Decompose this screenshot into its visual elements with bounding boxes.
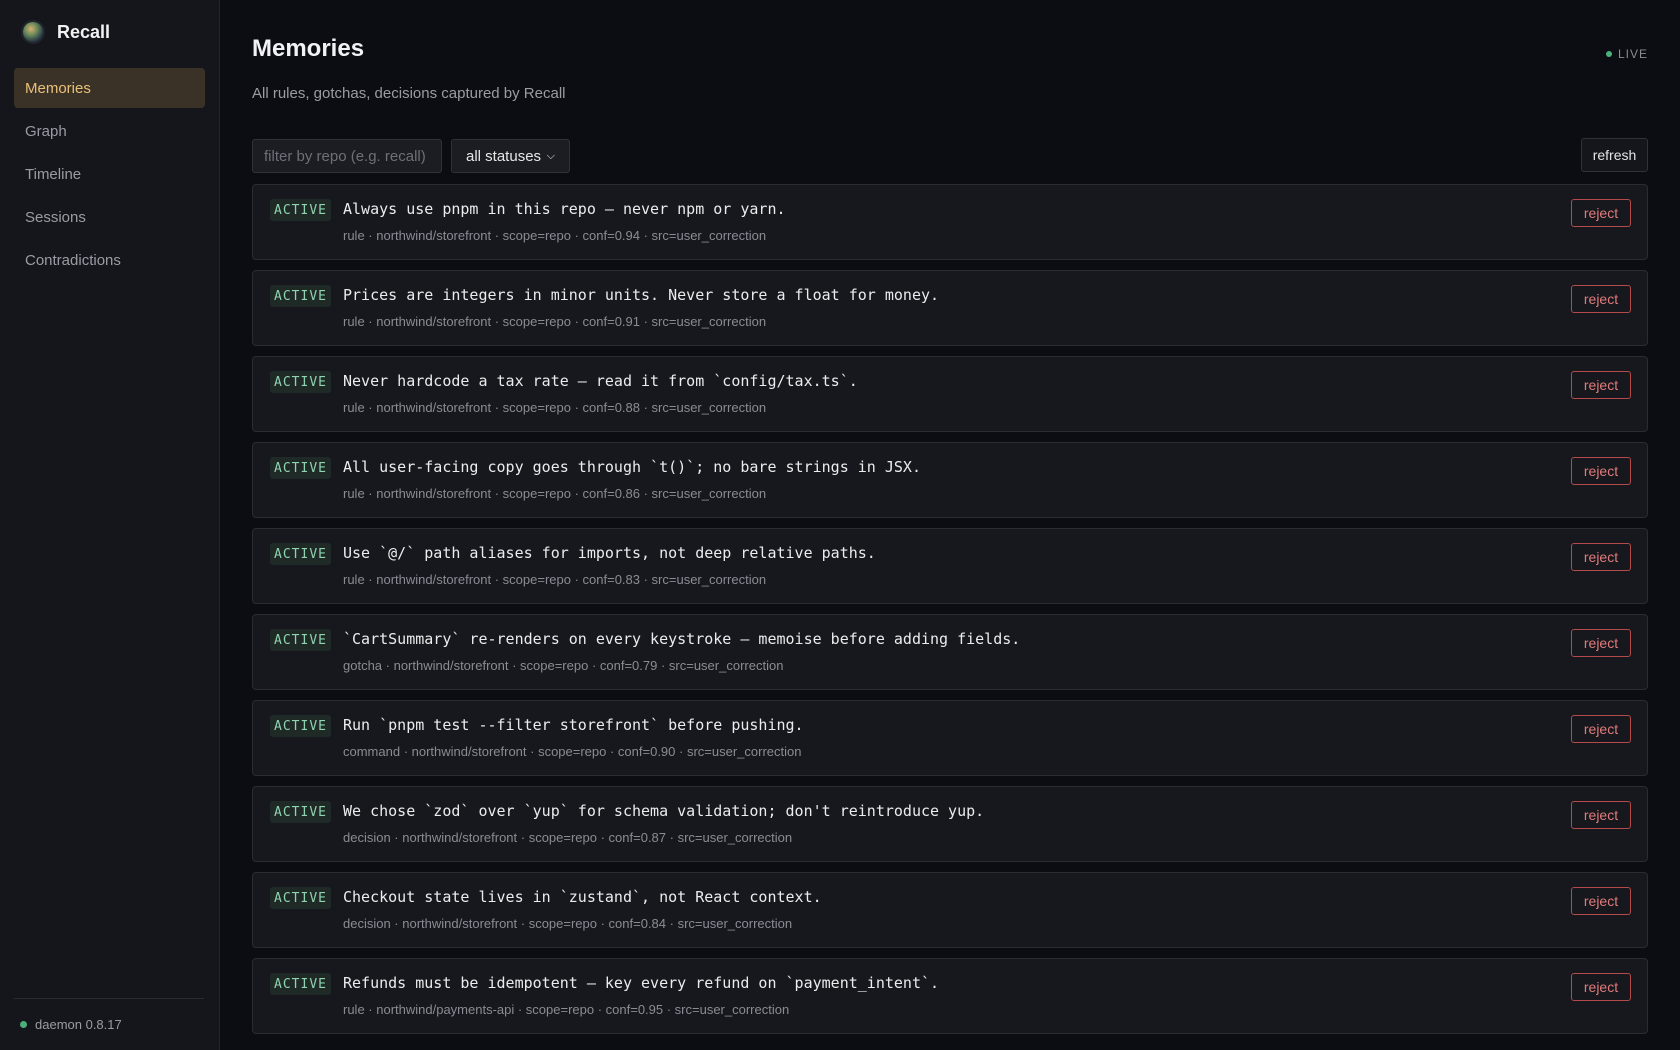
live-dot-icon xyxy=(1605,51,1612,57)
memory-card: ACTIVE Run `pnpm test --filter storefron… xyxy=(252,700,1648,776)
memory-card: ACTIVE `CartSummary` re-renders on every… xyxy=(252,614,1648,690)
reject-button[interactable]: reject xyxy=(1571,801,1631,829)
reject-button[interactable]: reject xyxy=(1571,457,1631,485)
memory-card: ACTIVE Never hardcode a tax rate — read … xyxy=(252,356,1648,432)
sidebar-item-label: Timeline xyxy=(25,165,82,183)
sidebar-item-label: Sessions xyxy=(25,208,86,226)
memory-meta: rule · northwind/storefront · scope=repo… xyxy=(343,228,767,243)
sidebar-item-memories[interactable]: Memories xyxy=(14,68,205,108)
sidebar-nav: Memories Graph Timeline Sessions Contrad… xyxy=(0,64,219,280)
sidebar-item-label: Graph xyxy=(25,122,67,140)
status-badge: ACTIVE xyxy=(270,715,331,737)
status-badge: ACTIVE xyxy=(270,285,331,307)
sidebar-item-timeline[interactable]: Timeline xyxy=(14,154,205,194)
app-name: Recall xyxy=(57,21,111,42)
memory-meta: rule · northwind/storefront · scope=repo… xyxy=(343,314,767,329)
memory-meta: rule · northwind/storefront · scope=repo… xyxy=(343,486,767,501)
memory-list: ACTIVE Always use pnpm in this repo — ne… xyxy=(252,184,1648,1034)
page-subtitle: All rules, gotchas, decisions captured b… xyxy=(252,85,566,102)
status-select-value: all statuses xyxy=(466,147,542,165)
memory-card: ACTIVE Refunds must be idempotent — key … xyxy=(252,958,1648,1034)
live-indicator: LIVE xyxy=(1605,47,1648,61)
memory-card: ACTIVE Always use pnpm in this repo — ne… xyxy=(252,184,1648,260)
reject-button[interactable]: reject xyxy=(1571,973,1631,1001)
status-badge: ACTIVE xyxy=(270,199,331,221)
reject-button[interactable]: reject xyxy=(1571,887,1631,915)
status-badge: ACTIVE xyxy=(270,801,331,823)
sidebar-item-label: Memories xyxy=(25,79,91,97)
memory-card: ACTIVE All user-facing copy goes through… xyxy=(252,442,1648,518)
memory-text: We chose `zod` over `yup` for schema val… xyxy=(343,802,985,820)
reject-button[interactable]: reject xyxy=(1571,199,1631,227)
status-badge: ACTIVE xyxy=(270,457,331,479)
status-dot-icon xyxy=(20,1021,27,1028)
repo-filter-input[interactable] xyxy=(252,139,442,173)
sidebar: Recall Memories Graph Timeline Sessions … xyxy=(0,0,220,1050)
memory-card: ACTIVE Use `@/` path aliases for imports… xyxy=(252,528,1648,604)
chevron-down-icon: ⌵ xyxy=(546,149,555,162)
memory-text: Checkout state lives in `zustand`, not R… xyxy=(343,888,822,906)
memory-text: Always use pnpm in this repo — never npm… xyxy=(343,200,786,218)
status-badge: ACTIVE xyxy=(270,371,331,393)
memory-text: `CartSummary` re-renders on every keystr… xyxy=(343,630,1021,648)
memory-text: Run `pnpm test --filter storefront` befo… xyxy=(343,716,804,734)
status-badge: ACTIVE xyxy=(270,973,331,995)
memory-meta: gotcha · northwind/storefront · scope=re… xyxy=(343,658,784,673)
live-label: LIVE xyxy=(1617,47,1648,61)
refresh-button[interactable]: refresh xyxy=(1581,138,1648,172)
sidebar-item-contradictions[interactable]: Contradictions xyxy=(14,240,205,280)
status-badge: ACTIVE xyxy=(270,629,331,651)
reject-button[interactable]: reject xyxy=(1571,543,1631,571)
status-select[interactable]: all statuses ⌵ xyxy=(451,139,570,173)
daemon-status: daemon 0.8.17 xyxy=(14,998,204,1050)
daemon-version: daemon 0.8.17 xyxy=(35,1017,122,1032)
main-content: Memories LIVE All rules, gotchas, decisi… xyxy=(252,0,1648,1044)
toolbar: all statuses ⌵ refresh xyxy=(252,138,1648,174)
sidebar-item-sessions[interactable]: Sessions xyxy=(14,197,205,237)
status-badge: ACTIVE xyxy=(270,887,331,909)
memory-meta: command · northwind/storefront · scope=r… xyxy=(343,744,802,759)
memory-text: Prices are integers in minor units. Neve… xyxy=(343,286,940,304)
memory-meta: decision · northwind/storefront · scope=… xyxy=(343,830,793,845)
reject-button[interactable]: reject xyxy=(1571,285,1631,313)
memory-text: Refunds must be idempotent — key every r… xyxy=(343,974,940,992)
page-title: Memories xyxy=(252,35,365,62)
sidebar-item-label: Contradictions xyxy=(25,251,121,269)
recall-logo-icon xyxy=(23,22,43,42)
memory-text: All user-facing copy goes through `t()`;… xyxy=(343,458,921,476)
memory-meta: decision · northwind/storefront · scope=… xyxy=(343,916,793,931)
sidebar-item-graph[interactable]: Graph xyxy=(14,111,205,151)
memory-meta: rule · northwind/storefront · scope=repo… xyxy=(343,572,767,587)
status-badge: ACTIVE xyxy=(270,543,331,565)
reject-button[interactable]: reject xyxy=(1571,715,1631,743)
memory-card: ACTIVE Prices are integers in minor unit… xyxy=(252,270,1648,346)
reject-button[interactable]: reject xyxy=(1571,629,1631,657)
memory-meta: rule · northwind/storefront · scope=repo… xyxy=(343,400,767,415)
memory-meta: rule · northwind/payments-api · scope=re… xyxy=(343,1002,790,1017)
brand[interactable]: Recall xyxy=(0,0,219,64)
memory-card: ACTIVE Checkout state lives in `zustand`… xyxy=(252,872,1648,948)
reject-button[interactable]: reject xyxy=(1571,371,1631,399)
memory-card: ACTIVE We chose `zod` over `yup` for sch… xyxy=(252,786,1648,862)
memory-text: Never hardcode a tax rate — read it from… xyxy=(343,372,858,390)
memory-text: Use `@/` path aliases for imports, not d… xyxy=(343,544,876,562)
